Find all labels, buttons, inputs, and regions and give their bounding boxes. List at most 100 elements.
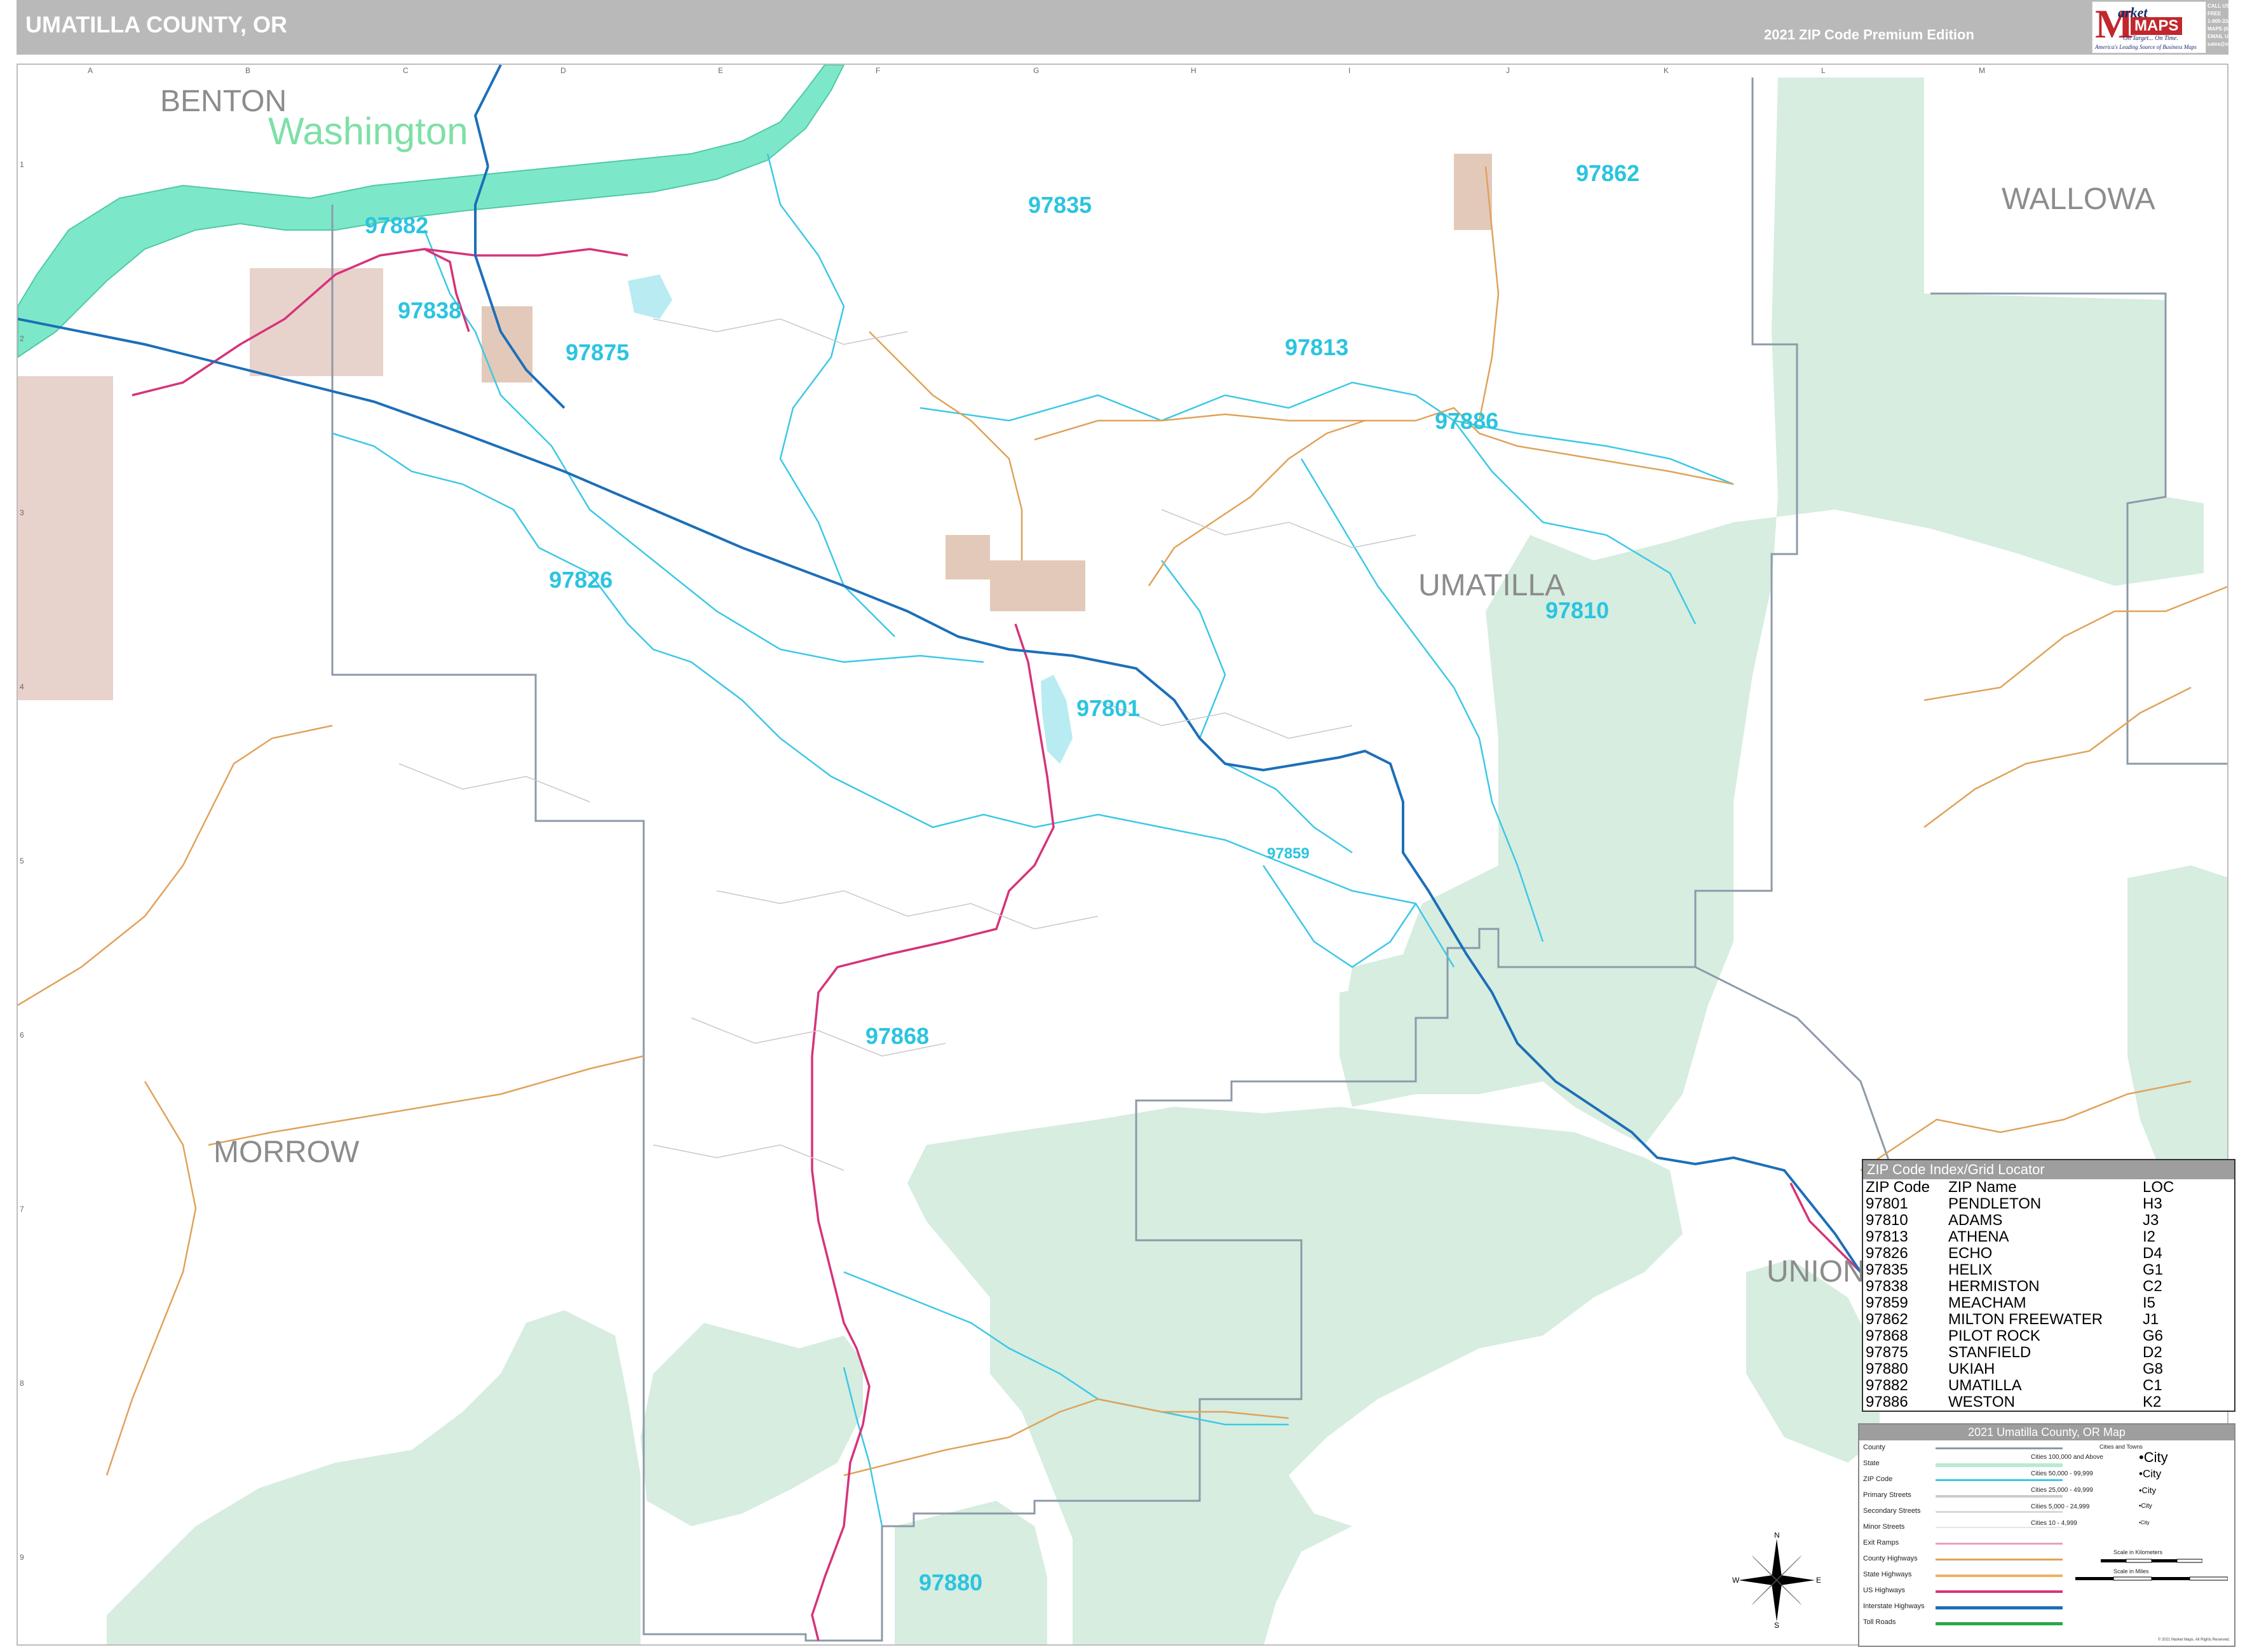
county-highway — [1923, 686, 2192, 828]
zip-index-row: 97859 MEACHAM I5 — [1863, 1295, 2234, 1311]
zip-code-cell: 97813 — [1866, 1228, 1908, 1245]
scale-bar-segment — [2126, 1559, 2152, 1563]
grid-col-i: I — [1348, 66, 1351, 75]
legend-copyright: © 2021 Market Maps. All Rights Reserved. — [2158, 1638, 2230, 1642]
loc-cell: H3 — [2143, 1195, 2162, 1212]
legend-item-swatch — [1936, 1590, 2063, 1593]
zip-code-index: ZIP Code Index/Grid Locator ZIP Code ZIP… — [1862, 1159, 2235, 1412]
grid-row-3: 3 — [20, 508, 24, 517]
zip-index-row: 97813 ATHENA I2 — [1863, 1229, 2234, 1245]
compass-rose: N S W E — [1732, 1533, 1821, 1628]
legend-item-label: Toll Roads — [1863, 1618, 1896, 1626]
grid-col-g: G — [1033, 66, 1040, 75]
zip-code-cell: 97838 — [1866, 1278, 1908, 1295]
grid-col-c: C — [403, 66, 409, 75]
contact-line: CALL US TOLL FREE — [2208, 3, 2244, 17]
contact-line: EMAIL US AT — [2208, 34, 2240, 39]
zip-code-cell: 97875 — [1866, 1344, 1908, 1361]
zip-index-row: 97862 MILTON FREEWATER J1 — [1863, 1311, 2234, 1328]
legend-item-label: ZIP Code — [1863, 1475, 1893, 1483]
county-highway — [1923, 586, 2227, 701]
county-label-union: UNION — [1767, 1255, 1865, 1289]
grid-row-4: 4 — [20, 682, 24, 691]
zip-code-cell: 97880 — [1866, 1360, 1908, 1378]
zip-boundary — [1161, 560, 1353, 854]
compass-n: N — [1774, 1533, 1780, 1540]
loc-cell: K2 — [2143, 1393, 2162, 1411]
legend-item-label: US Highways — [1863, 1587, 1906, 1594]
legend-item-swatch — [1936, 1606, 2063, 1609]
loc-cell: J1 — [2143, 1311, 2159, 1328]
edition-label: 2021 ZIP Code Premium Edition — [1764, 27, 1974, 43]
grid-col-f: F — [876, 66, 881, 75]
zip-name-cell: PILOT ROCK — [1948, 1327, 2040, 1344]
zip-label-97886: 97886 — [1435, 408, 1499, 434]
zip-index-header: ZIP Code — [1866, 1179, 1930, 1196]
legend-item-label: Exit Ramps — [1863, 1539, 1899, 1547]
legend-city-range: Cities 50,000 - 99,999 — [2031, 1470, 2093, 1477]
logo-tagline: On Target... On Time. — [2123, 35, 2178, 42]
loc-cell: I5 — [2143, 1294, 2156, 1311]
county-label-morrow: MORROW — [214, 1135, 360, 1169]
legend-title: 2021 Umatilla County, OR Map — [1859, 1425, 2234, 1440]
legend-item-swatch — [1936, 1527, 2063, 1528]
legend-item-swatch — [1936, 1574, 2063, 1577]
grid-col-d: D — [560, 66, 566, 75]
header-bar: UMATILLA COUNTY, OR 2021 ZIP Code Premiu… — [17, 0, 2245, 55]
legend-item-swatch — [1936, 1511, 2063, 1513]
zip-code-cell: 97859 — [1866, 1294, 1908, 1311]
zip-index-title: ZIP Code Index/Grid Locator — [1863, 1160, 2234, 1179]
zip-label-97810: 97810 — [1545, 597, 1610, 623]
scale-bar-mi — [2075, 1576, 2228, 1581]
forest-area — [107, 1310, 641, 1644]
us-highway-730 — [424, 248, 628, 257]
market-maps-logo: M arket MAPS On Target... On Time. Ameri… — [2092, 1, 2206, 53]
legend-item-label: State Highways — [1863, 1571, 1912, 1578]
county-label-umatilla: UMATILLA — [1418, 569, 1566, 602]
zip-name-cell: HERMISTON — [1948, 1278, 2040, 1295]
scale-bar-segment — [2152, 1577, 2190, 1580]
legend-item-label: County Highways — [1863, 1555, 1918, 1562]
interstate-82 — [473, 65, 502, 167]
zip-index-row: 97838 HERMISTON C2 — [1863, 1278, 2234, 1295]
legend-item-label: Primary Streets — [1863, 1491, 1911, 1499]
zip-code-cell: 97801 — [1866, 1195, 1908, 1212]
zip-index-row: 97810 ADAMS J3 — [1863, 1212, 2234, 1229]
cold-springs-reservoir — [628, 274, 672, 319]
zip-code-cell: 97862 — [1866, 1311, 1908, 1328]
hermiston-urban — [482, 306, 532, 383]
loc-cell: I2 — [2143, 1228, 2156, 1245]
loc-cell: G8 — [2143, 1360, 2164, 1378]
zip-index-table: ZIP Code ZIP Name LOC 97801 PENDLETON H3 97… — [1863, 1179, 2234, 1411]
contact-line: sales@marketmaps.com — [2208, 41, 2245, 47]
legend-item-swatch — [1936, 1479, 2063, 1481]
legend-cities-heading: Cities and Towns — [2099, 1444, 2143, 1450]
legend-city-sample: •City — [2139, 1467, 2162, 1480]
grid-col-m: M — [1979, 66, 1985, 75]
zip-label-97875: 97875 — [566, 339, 630, 365]
scale-bar-segment — [2152, 1559, 2177, 1562]
contact-info: CALL US TOLL FREE 1-800-334-MAPS (6277) … — [2208, 3, 2245, 52]
milton-freewater-urban — [1454, 154, 1492, 230]
zip-label-97862: 97862 — [1576, 160, 1640, 186]
zip-boundary — [780, 738, 1455, 968]
contact-line: 1-800-334-MAPS (6277) — [2208, 18, 2239, 32]
logo-brand-bottom: MAPS — [2131, 17, 2183, 35]
county-highway — [1034, 407, 1734, 485]
scale-bar-segment — [2075, 1577, 2113, 1580]
rivers — [18, 65, 1073, 764]
legend-city-range: Cities 25,000 - 49,999 — [2031, 1487, 2093, 1494]
minor-street — [653, 1144, 844, 1171]
grid-col-k: K — [1664, 66, 1669, 75]
zip-label-97882: 97882 — [365, 212, 429, 238]
zip-index-row: 97835 HELIX G1 — [1863, 1262, 2234, 1278]
zip-boundary — [1262, 865, 1417, 968]
zip-index-row: 97826 ECHO D4 — [1863, 1245, 2234, 1262]
pendleton-airport — [946, 535, 990, 579]
grid-col-l: L — [1821, 66, 1826, 75]
legend-item-label: State — [1863, 1459, 1880, 1467]
legend-item-swatch — [1936, 1543, 2063, 1545]
loc-cell: D4 — [2143, 1245, 2162, 1262]
legend-item-label: Secondary Streets — [1863, 1507, 1921, 1515]
zip-index-row: 97886 WESTON K2 — [1863, 1394, 2234, 1411]
